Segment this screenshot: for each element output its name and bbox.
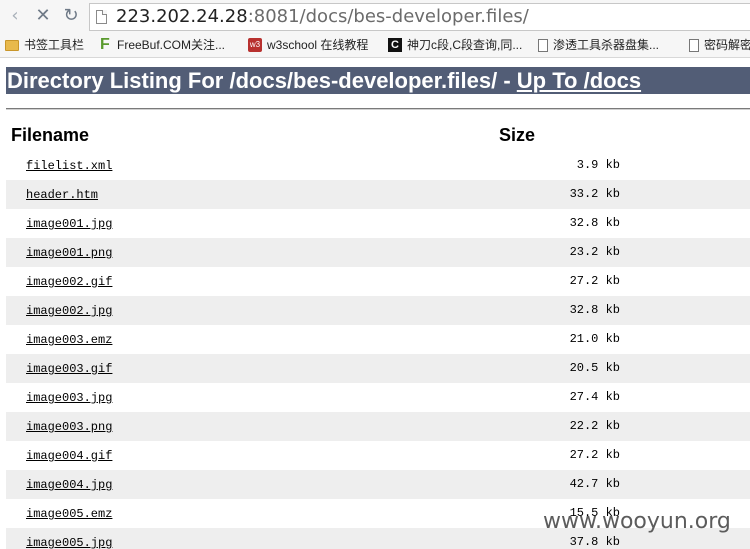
bookmark-w3school[interactable]: w3 w3school 在线教程 xyxy=(248,36,368,54)
file-size: 27.2 kb xyxy=(569,274,620,288)
bookmark-folder[interactable]: 书签工具栏 xyxy=(5,36,84,54)
bookmark-tools[interactable]: 渗透工具杀器盘集... xyxy=(538,36,659,54)
freebuf-icon: F xyxy=(100,36,110,53)
table-row: image004.jpg 42.7 kb xyxy=(6,470,750,499)
file-size: 32.8 kb xyxy=(569,303,620,317)
column-header-filename: Filename xyxy=(11,125,90,145)
file-list: filelist.xml 3.9 kb header.htm 33.2 kb ima… xyxy=(6,151,750,549)
table-row: image003.png 22.2 kb xyxy=(6,412,750,441)
file-size: 20.5 kb xyxy=(569,361,620,375)
reload-icon[interactable]: ↻ xyxy=(61,6,81,26)
address-bar[interactable]: 223.202.24.28:8081/docs/bes-developer.fi… xyxy=(89,3,750,31)
file-size: 21.0 kb xyxy=(569,332,620,346)
table-row: image003.gif 20.5 kb xyxy=(6,354,750,383)
bookmark-freebuf[interactable]: F FreeBuf.COM关注... xyxy=(100,36,225,54)
file-size: 32.8 kb xyxy=(569,216,620,230)
table-row: header.htm 33.2 kb xyxy=(6,180,750,209)
w3school-icon: w3 xyxy=(248,38,262,52)
folder-icon xyxy=(5,40,19,51)
file-size: 37.8 kb xyxy=(569,535,620,549)
file-size: 27.4 kb xyxy=(569,390,620,404)
page-icon xyxy=(538,39,548,52)
file-link[interactable]: image003.gif xyxy=(26,361,112,377)
file-link[interactable]: image004.jpg xyxy=(26,477,112,493)
bookmarks-bar: 书签工具栏 F FreeBuf.COM关注... w3 w3school 在线教程 … xyxy=(0,33,750,58)
stop-icon[interactable]: ✕ xyxy=(33,6,53,26)
bookmark-label: 密码解密 xyxy=(704,38,750,52)
title-bar: Directory Listing For /docs/bes-develope… xyxy=(6,67,750,94)
bookmark-label: 神刀c段,C段查询,同... xyxy=(407,38,523,52)
file-size: 3.9 kb xyxy=(576,158,620,172)
title-text: Directory Listing For /docs/bes-develope… xyxy=(7,68,517,93)
bookmark-decrypt[interactable]: 密码解密 xyxy=(689,36,750,54)
url-host: 223.202.24.28 xyxy=(116,6,248,27)
browser-toolbar: ‹ ✕ ↻ 223.202.24.28:8081/docs/bes-develo… xyxy=(0,0,750,33)
divider xyxy=(6,108,750,110)
table-row: image004.gif 27.2 kb xyxy=(6,441,750,470)
file-size: 23.2 kb xyxy=(569,245,620,259)
file-link[interactable]: image001.png xyxy=(26,245,112,261)
table-row: image002.jpg 32.8 kb xyxy=(6,296,750,325)
column-header-size: Size xyxy=(499,125,536,145)
file-link[interactable]: image001.jpg xyxy=(26,216,112,232)
page-content: Directory Listing For /docs/bes-develope… xyxy=(0,59,750,549)
url-path: :8081/docs/bes-developer.files/ xyxy=(247,6,529,27)
page-title: Directory Listing For /docs/bes-develope… xyxy=(7,68,641,94)
up-link[interactable]: Up To /docs xyxy=(517,68,641,93)
table-row: image001.jpg 32.8 kb xyxy=(6,209,750,238)
table-row: image003.jpg 27.4 kb xyxy=(6,383,750,412)
file-link[interactable]: image002.jpg xyxy=(26,303,112,319)
page-icon xyxy=(689,39,699,52)
file-link[interactable]: filelist.xml xyxy=(26,158,112,174)
table-row: filelist.xml 3.9 kb xyxy=(6,151,750,180)
bookmark-c-duan[interactable]: C 神刀c段,C段查询,同... xyxy=(388,36,522,54)
back-icon[interactable]: ‹ xyxy=(5,6,25,26)
file-link[interactable]: image005.emz xyxy=(26,506,112,522)
file-size: 42.7 kb xyxy=(569,477,620,491)
file-link[interactable]: image004.gif xyxy=(26,448,112,464)
file-link[interactable]: image002.gif xyxy=(26,274,112,290)
file-link[interactable]: header.htm xyxy=(26,187,98,203)
file-size: 33.2 kb xyxy=(569,187,620,201)
file-link[interactable]: image003.png xyxy=(26,419,112,435)
table-row: image002.gif 27.2 kb xyxy=(6,267,750,296)
file-link[interactable]: image003.jpg xyxy=(26,390,112,406)
page-icon xyxy=(96,10,107,24)
watermark: www.wooyun.org xyxy=(543,509,731,534)
bookmark-label: w3school 在线教程 xyxy=(267,38,369,52)
url-text[interactable]: 223.202.24.28:8081/docs/bes-developer.fi… xyxy=(116,6,529,28)
table-row: image003.emz 21.0 kb xyxy=(6,325,750,354)
file-link[interactable]: image003.emz xyxy=(26,332,112,348)
bookmark-label: 渗透工具杀器盘集... xyxy=(553,38,660,52)
file-size: 27.2 kb xyxy=(569,448,620,462)
bookmark-label: 书签工具栏 xyxy=(24,38,85,52)
c-duan-icon: C xyxy=(388,38,402,52)
table-row: image001.png 23.2 kb xyxy=(6,238,750,267)
file-link[interactable]: image005.jpg xyxy=(26,535,112,549)
bookmark-label: FreeBuf.COM关注... xyxy=(117,38,226,52)
file-size: 22.2 kb xyxy=(569,419,620,433)
